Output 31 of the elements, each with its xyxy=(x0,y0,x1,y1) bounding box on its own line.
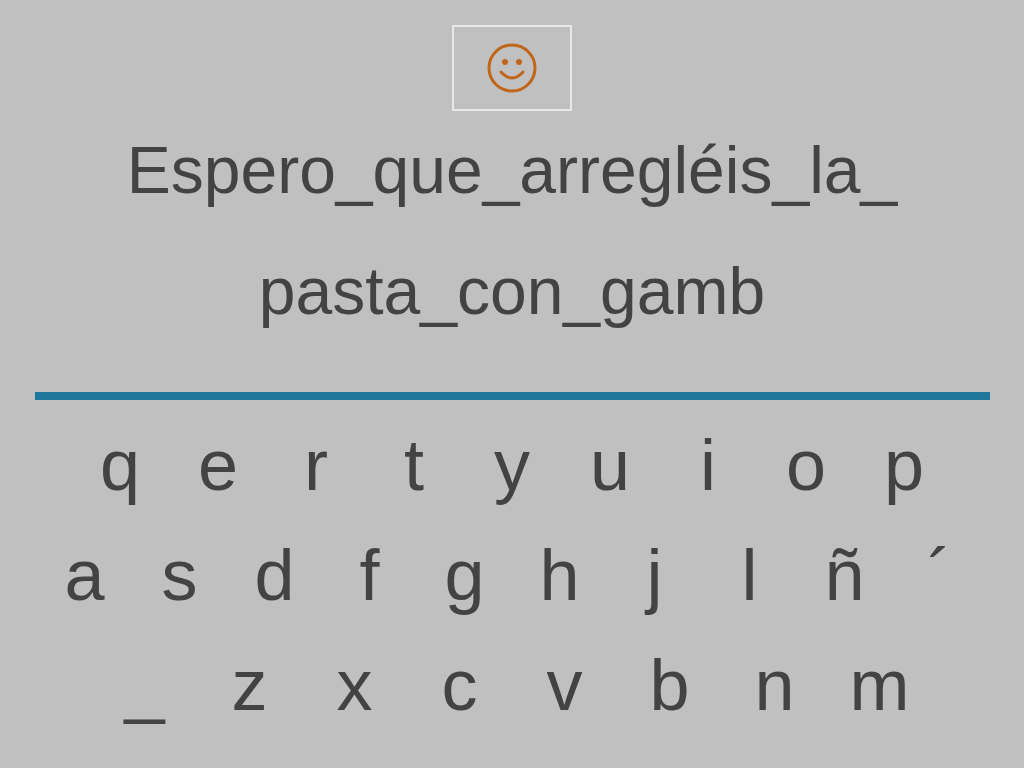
key-button[interactable]: j xyxy=(607,520,702,630)
key-button[interactable]: ñ xyxy=(797,520,892,630)
key-button[interactable]: ´ xyxy=(892,520,987,630)
key-button[interactable]: s xyxy=(132,520,227,630)
sentence-text: pasta_con_gamb xyxy=(258,253,766,330)
key-button[interactable]: t xyxy=(365,410,463,520)
key-button[interactable]: p xyxy=(855,410,953,520)
key-button[interactable]: m xyxy=(827,630,932,740)
smiley-icon xyxy=(486,42,538,94)
key-button[interactable]: f xyxy=(322,520,417,630)
key-button[interactable]: c xyxy=(407,630,512,740)
key-button[interactable]: l xyxy=(702,520,797,630)
sentence-text: Espero_que_arregléis_la_ xyxy=(126,132,898,209)
key-button[interactable]: q xyxy=(71,410,169,520)
key-button[interactable]: z xyxy=(197,630,302,740)
key-button[interactable]: u xyxy=(561,410,659,520)
key-button[interactable]: v xyxy=(512,630,617,740)
key-button[interactable]: h xyxy=(512,520,607,630)
key-button[interactable]: _ xyxy=(92,630,197,740)
key-button[interactable]: b xyxy=(617,630,722,740)
key-button[interactable]: x xyxy=(302,630,407,740)
key-button[interactable]: d xyxy=(227,520,322,630)
key-button[interactable]: a xyxy=(37,520,132,630)
key-button[interactable]: g xyxy=(417,520,512,630)
key-button[interactable]: i xyxy=(659,410,757,520)
hint-button[interactable] xyxy=(452,25,572,111)
key-button[interactable]: n xyxy=(722,630,827,740)
key-button[interactable]: o xyxy=(757,410,855,520)
key-button[interactable]: e xyxy=(169,410,267,520)
key-button[interactable]: r xyxy=(267,410,365,520)
key-button[interactable]: y xyxy=(463,410,561,520)
